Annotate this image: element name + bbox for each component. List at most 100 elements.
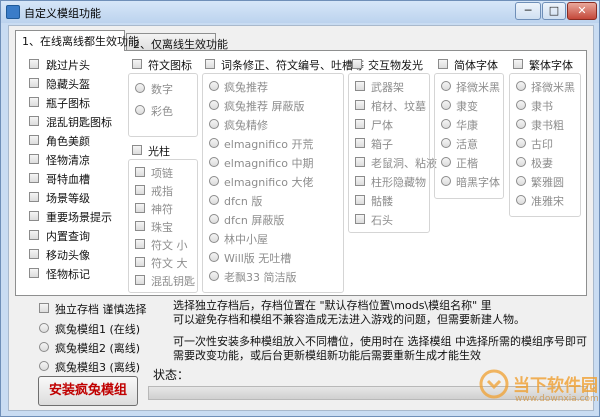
checkbox[interactable]	[29, 173, 39, 183]
checkbox[interactable]	[355, 119, 365, 129]
object-glow-checkbox[interactable]	[352, 59, 362, 69]
checkbox[interactable]	[135, 221, 145, 231]
checkbox[interactable]	[355, 81, 365, 91]
radio-label: 隶书粗	[531, 119, 564, 132]
checkbox[interactable]	[29, 78, 39, 88]
checkbox[interactable]	[29, 192, 39, 202]
radio-button[interactable]	[516, 119, 526, 129]
checkbox[interactable]	[29, 116, 39, 126]
watermark: 当下软件园 www.downxia.com	[479, 365, 599, 415]
minimize-button[interactable]: ─	[515, 2, 541, 20]
radio-label: dfcn 屏蔽版	[224, 214, 285, 227]
checkbox[interactable]	[135, 257, 145, 267]
radio-label: 极妻	[531, 157, 553, 170]
radio-button[interactable]	[516, 195, 526, 205]
checkbox[interactable]	[355, 138, 365, 148]
checkbox-label: 棺材、坟墓	[371, 100, 426, 113]
radio-label: 隶书	[531, 100, 553, 113]
radio-button[interactable]	[441, 100, 451, 110]
checkbox[interactable]	[135, 167, 145, 177]
radio-button[interactable]	[135, 83, 145, 93]
radio-button[interactable]	[135, 105, 145, 115]
checkbox[interactable]	[355, 100, 365, 110]
radio-button[interactable]	[516, 157, 526, 167]
radio-button[interactable]	[209, 233, 219, 243]
checkbox[interactable]	[135, 185, 145, 195]
radio-button[interactable]	[441, 138, 451, 148]
radio-button[interactable]	[516, 138, 526, 148]
radio-button[interactable]	[209, 271, 219, 281]
checkbox[interactable]	[29, 135, 39, 145]
radio-button[interactable]	[209, 81, 219, 91]
radio-button[interactable]	[209, 100, 219, 110]
affix-mod-checkbox[interactable]	[205, 59, 215, 69]
window-title: 自定义模组功能	[24, 7, 101, 20]
checkbox[interactable]	[135, 275, 145, 285]
checkbox[interactable]	[355, 214, 365, 224]
radio-label: 疯兔推荐 屏蔽版	[224, 100, 305, 113]
radio-button[interactable]	[209, 176, 219, 186]
radio-button[interactable]	[441, 81, 451, 91]
watermark-url: www.downxia.com	[515, 394, 599, 404]
checkbox-label: 怪物清凉	[46, 154, 90, 167]
checkbox-label: 哥特血槽	[46, 173, 90, 186]
checkbox-label: 箱子	[371, 138, 393, 151]
radio-label: 古印	[531, 138, 553, 151]
maximize-button[interactable]: □	[542, 2, 566, 20]
radio-button[interactable]	[441, 119, 451, 129]
tab-panel: 跳过片头 隐藏头盔 瓶子图标 混乱钥匙图标 角色美颜 怪物清凉 哥特血槽 场景等…	[15, 50, 587, 296]
traditional-font-checkbox[interactable]	[513, 59, 523, 69]
checkbox[interactable]	[29, 211, 39, 221]
checkbox[interactable]	[29, 230, 39, 240]
checkbox[interactable]	[135, 239, 145, 249]
radio-label: 繁雅圆	[531, 176, 564, 189]
checkbox-label: 尸体	[371, 119, 393, 132]
install-mod-button[interactable]: 安装疯兔模组	[38, 376, 138, 406]
checkbox[interactable]	[135, 203, 145, 213]
mod-slot-1-radio[interactable]	[39, 323, 49, 333]
checkbox[interactable]	[355, 195, 365, 205]
mod-slot-3-radio[interactable]	[39, 361, 49, 371]
radio-button[interactable]	[516, 100, 526, 110]
radio-button[interactable]	[441, 157, 451, 167]
checkbox[interactable]	[355, 176, 365, 186]
radio-button[interactable]	[209, 138, 219, 148]
radio-button[interactable]	[209, 119, 219, 129]
radio-button[interactable]	[516, 176, 526, 186]
radio-button[interactable]	[209, 252, 219, 262]
checkbox[interactable]	[29, 154, 39, 164]
light-pillar-checkbox[interactable]	[132, 145, 142, 155]
independent-save-checkbox[interactable]	[39, 303, 49, 313]
light-pillar-group: 项链 戒指 神符 珠宝 符文 小 符文 大 混乱钥匙	[128, 159, 198, 293]
radio-button[interactable]	[441, 176, 451, 186]
radio-label: 暗黑字体	[456, 176, 500, 189]
checkbox-label: 混乱钥匙	[151, 275, 195, 288]
radio-button[interactable]	[209, 157, 219, 167]
checkbox-label: 项链	[151, 167, 173, 180]
watermark-title: 当下软件园	[513, 376, 598, 396]
radio-button[interactable]	[209, 214, 219, 224]
simplified-font-header: 简体字体	[454, 59, 498, 72]
simplified-font-checkbox[interactable]	[438, 59, 448, 69]
rune-icon-group: 数字 彩色	[128, 73, 198, 137]
radio-button[interactable]	[516, 81, 526, 91]
checkbox[interactable]	[29, 97, 39, 107]
mod-slot-2-radio[interactable]	[39, 342, 49, 352]
rune-icon-checkbox[interactable]	[132, 59, 142, 69]
checkbox-label: 符文 大	[151, 257, 188, 270]
radio-button[interactable]	[209, 195, 219, 205]
title-bar[interactable]: 自定义模组功能 ─ □ ✕	[1, 1, 599, 23]
tab-online-offline[interactable]: 1、在线离线都生效功能	[15, 30, 139, 51]
checkbox-label: 石头	[371, 214, 393, 227]
checkbox[interactable]	[355, 157, 365, 167]
close-button[interactable]: ✕	[567, 2, 597, 20]
checkbox-label: 跳过片头	[46, 59, 90, 72]
checkbox-label: 符文 小	[151, 239, 188, 252]
checkbox-label: 隐藏头盔	[46, 78, 90, 91]
rune-icon-header: 符文图标	[148, 59, 192, 72]
checkbox[interactable]	[29, 59, 39, 69]
app-window: 自定义模组功能 ─ □ ✕ 1、在线离线都生效功能 2、仅离线生效功能 跳过片头…	[0, 0, 600, 417]
checkbox[interactable]	[29, 249, 39, 259]
radio-label: 准雅宋	[531, 195, 564, 208]
checkbox[interactable]	[29, 268, 39, 278]
